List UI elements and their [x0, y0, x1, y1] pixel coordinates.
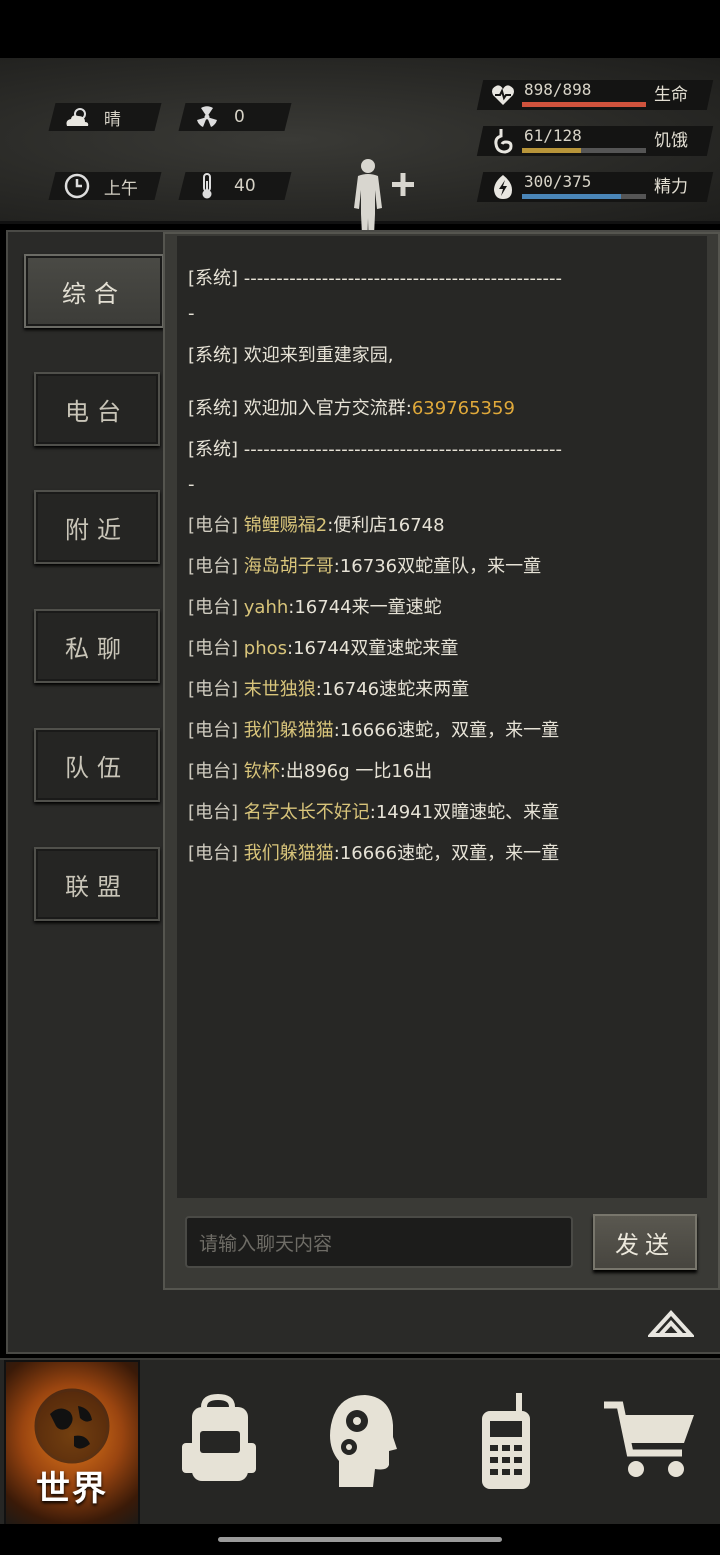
channel-tag: [电台] — [188, 556, 239, 577]
stomach-icon — [490, 128, 516, 154]
clock-icon — [62, 173, 92, 199]
nav-shop[interactable] — [580, 1360, 720, 1526]
weather-value: 晴 — [104, 109, 121, 130]
nav-world[interactable]: 世界 — [4, 1360, 140, 1526]
channel-tag: [电台] — [188, 597, 239, 618]
channel-tag: [电台] — [188, 638, 239, 659]
radio-message: [电台] 海岛胡子哥:16736双蛇童队，来一童 — [188, 555, 541, 579]
sender-name[interactable]: 名字太长不好记 — [244, 802, 370, 823]
system-divider: [系统] -----------------------------------… — [188, 268, 563, 289]
nav-backpack[interactable] — [148, 1360, 288, 1526]
skills-head-icon — [327, 1391, 397, 1495]
sender-name[interactable]: 我们躲猫猫 — [244, 720, 334, 741]
bottom-nav: 世界 — [0, 1358, 720, 1526]
temperature-value: 40 — [234, 176, 256, 196]
radio-message: [电台] yahh:16744来一童速蛇 — [188, 596, 442, 620]
cart-icon — [602, 1399, 698, 1487]
send-button[interactable]: 发送 — [593, 1214, 697, 1270]
message-text: :16744来一童速蛇 — [288, 597, 442, 618]
channel-tag: [电台] — [188, 515, 239, 536]
stat-hunger: 61/128 饥饿 — [476, 124, 714, 158]
chat-container: [系统] -----------------------------------… — [163, 232, 720, 1290]
weather-chip: 晴 — [48, 103, 162, 131]
chat-log[interactable]: [系统] -----------------------------------… — [177, 236, 707, 1198]
system-divider-tail: - — [188, 474, 195, 495]
time-value: 上午 — [104, 178, 138, 199]
tab-nearby[interactable]: 附近 — [34, 490, 160, 564]
hunger-label: 饥饿 — [654, 131, 688, 151]
group-number[interactable]: 639765359 — [412, 398, 515, 419]
hunger-value: 61/128 — [524, 126, 582, 145]
health-value: 898/898 — [524, 80, 592, 99]
energy-icon — [490, 174, 516, 200]
radio-message: [电台] 钦杯:出896g 一比16出 — [188, 760, 432, 784]
energy-label: 精力 — [654, 177, 688, 197]
stat-energy: 300/375 精力 — [476, 170, 714, 204]
message-text: :16666速蛇，双童，来一童 — [333, 843, 560, 864]
channel-tag: [电台] — [188, 679, 239, 700]
nav-world-label: 世界 — [36, 1469, 108, 1509]
thermometer-icon — [192, 173, 222, 199]
tab-general[interactable]: 综合 — [24, 254, 164, 328]
channel-tag: [电台] — [188, 802, 239, 823]
energy-bar-fill — [522, 194, 622, 199]
status-bar — [0, 0, 720, 58]
health-label: 生命 — [654, 85, 688, 105]
radiation-value: 0 — [234, 107, 245, 127]
nav-skills[interactable] — [292, 1360, 432, 1526]
heart-icon — [490, 82, 516, 108]
sender-name[interactable]: 钦杯 — [244, 761, 280, 782]
radio-message: [电台] 名字太长不好记:14941双瞳速蛇、来童 — [188, 801, 559, 825]
system-group-prefix: [系统] 欢迎加入官方交流群: — [188, 398, 412, 419]
sender-name[interactable]: 末世独狼 — [244, 679, 316, 700]
tab-alliance[interactable]: 联盟 — [34, 847, 160, 921]
stat-health: 898/898 生命 — [476, 78, 714, 112]
system-welcome-message: [系统] 欢迎来到重建家园, — [188, 345, 394, 366]
chat-panel: 综合 电台 附近 私聊 队伍 联盟 [系统] -----------------… — [6, 230, 720, 1354]
backpack-icon — [178, 1393, 258, 1493]
tab-private[interactable]: 私聊 — [34, 609, 160, 683]
tab-team[interactable]: 队伍 — [34, 728, 160, 802]
radio-message: [电台] 末世独狼:16746速蛇来两童 — [188, 678, 469, 702]
message-text: :16744双童速蛇来童 — [287, 638, 459, 659]
system-divider-tail: - — [188, 303, 195, 324]
message-text: :16736双蛇童队，来一童 — [333, 556, 542, 577]
message-text: :16666速蛇，双童，来一童 — [333, 720, 560, 741]
time-chip: 上午 — [48, 172, 162, 200]
message-text: :出896g 一比16出 — [279, 761, 433, 782]
radiation-icon — [192, 105, 222, 129]
radio-icon — [476, 1391, 536, 1495]
radio-message: [电台] phos:16744双童速蛇来童 — [188, 637, 458, 661]
home-indicator — [0, 1524, 720, 1555]
sender-name[interactable]: yahh — [244, 597, 289, 618]
nav-radio[interactable] — [436, 1360, 576, 1526]
collapse-up-icon[interactable] — [646, 1305, 696, 1339]
hunger-bar-fill — [522, 148, 582, 153]
health-bar-fill — [522, 102, 646, 107]
temperature-chip: 40 — [178, 172, 292, 200]
cloudy-sun-icon — [62, 105, 92, 129]
channel-tag: [电台] — [188, 720, 239, 741]
sender-name[interactable]: 我们躲猫猫 — [244, 843, 334, 864]
message-text: :16746速蛇来两童 — [315, 679, 470, 700]
radio-message: [电台] 我们躲猫猫:16666速蛇，双童，来一童 — [188, 842, 559, 866]
energy-value: 300/375 — [524, 172, 592, 191]
system-group-message: [系统] 欢迎加入官方交流群:639765359 — [188, 397, 515, 421]
radio-message: [电台] 我们躲猫猫:16666速蛇，双童，来一童 — [188, 719, 559, 743]
sender-name[interactable]: 锦鲤赐福2 — [244, 515, 327, 536]
chat-input[interactable]: 请输入聊天内容 — [185, 1216, 573, 1268]
tab-radio[interactable]: 电台 — [34, 372, 160, 446]
message-text: :14941双瞳速蛇、来童 — [369, 802, 560, 823]
system-divider: [系统] -----------------------------------… — [188, 439, 563, 460]
sender-name[interactable]: 海岛胡子哥 — [244, 556, 334, 577]
hud-top-panel: 晴 0 上午 40 898/898 生命 61/128 饥饿 300/375 精… — [0, 58, 720, 256]
message-text: :便利店16748 — [327, 515, 445, 536]
channel-tag: [电台] — [188, 761, 239, 782]
channel-tag: [电台] — [188, 843, 239, 864]
radio-message: [电台] 锦鲤赐福2:便利店16748 — [188, 514, 445, 538]
radiation-chip: 0 — [178, 103, 292, 131]
sender-name[interactable]: phos — [244, 638, 287, 659]
